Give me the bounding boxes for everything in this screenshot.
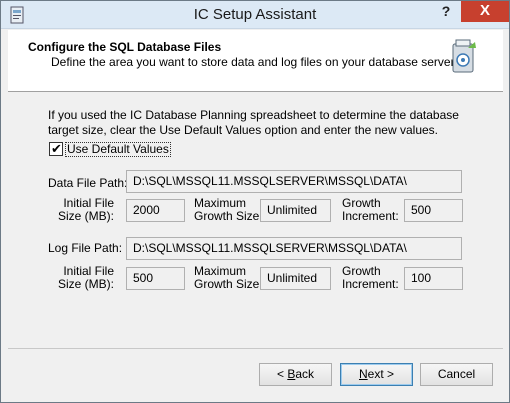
- next-button-label: ext >: [367, 367, 395, 381]
- log-initial-size-field[interactable]: 500: [126, 267, 185, 290]
- next-button-accel: N: [358, 367, 368, 381]
- data-max-growth-label-line2: Growth Size:: [194, 209, 263, 223]
- page-title: Configure the SQL Database Files: [28, 40, 222, 54]
- cancel-button[interactable]: Cancel: [420, 363, 493, 386]
- log-growth-increment-field[interactable]: 100: [404, 267, 463, 290]
- footer-divider: [8, 348, 503, 349]
- setup-assistant-window: IC Setup Assistant ? X Configure the SQL…: [0, 0, 510, 403]
- title-bar[interactable]: IC Setup Assistant ? X: [1, 1, 509, 29]
- log-initial-size-label-line2: Size (MB):: [57, 277, 114, 291]
- data-file-path-field[interactable]: D:\SQL\MSSQL11.MSSQLSERVER\MSSQL\DATA\: [126, 170, 462, 193]
- instructions-text: If you used the IC Database Planning spr…: [48, 108, 459, 137]
- wizard-header: Configure the SQL Database Files Define …: [8, 30, 503, 92]
- close-button[interactable]: X: [461, 1, 509, 22]
- log-max-growth-field[interactable]: Unlimited: [260, 267, 331, 290]
- page-subtitle: Define the area you want to store data a…: [51, 55, 458, 69]
- data-growth-increment-label-line2: Increment:: [342, 209, 399, 223]
- use-default-values-label[interactable]: Use Default Values: [65, 142, 171, 157]
- data-file-path-label: Data File Path:: [48, 176, 128, 190]
- log-file-path-field[interactable]: D:\SQL\MSSQL11.MSSQLSERVER\MSSQL\DATA\: [126, 237, 462, 260]
- back-button-prefix: <: [276, 367, 288, 381]
- next-button[interactable]: Next >: [340, 363, 413, 386]
- checkmark-icon: ✔: [51, 141, 62, 156]
- back-button-label: ack: [295, 367, 315, 381]
- data-initial-size-label-line2: Size (MB):: [57, 209, 114, 223]
- data-initial-size-field[interactable]: 2000: [126, 199, 185, 222]
- setup-box-icon: [452, 39, 476, 73]
- use-default-values-checkbox[interactable]: ✔: [49, 141, 63, 156]
- log-max-growth-label-line2: Growth Size:: [194, 277, 263, 291]
- help-button[interactable]: ?: [431, 1, 461, 22]
- data-growth-increment-field[interactable]: 500: [404, 199, 463, 222]
- log-growth-increment-label-line2: Increment:: [342, 277, 399, 291]
- log-file-path-label: Log File Path:: [48, 241, 123, 255]
- back-button[interactable]: < Back: [259, 363, 332, 386]
- data-max-growth-field[interactable]: Unlimited: [260, 199, 331, 222]
- wizard-body: If you used the IC Database Planning spr…: [8, 93, 503, 346]
